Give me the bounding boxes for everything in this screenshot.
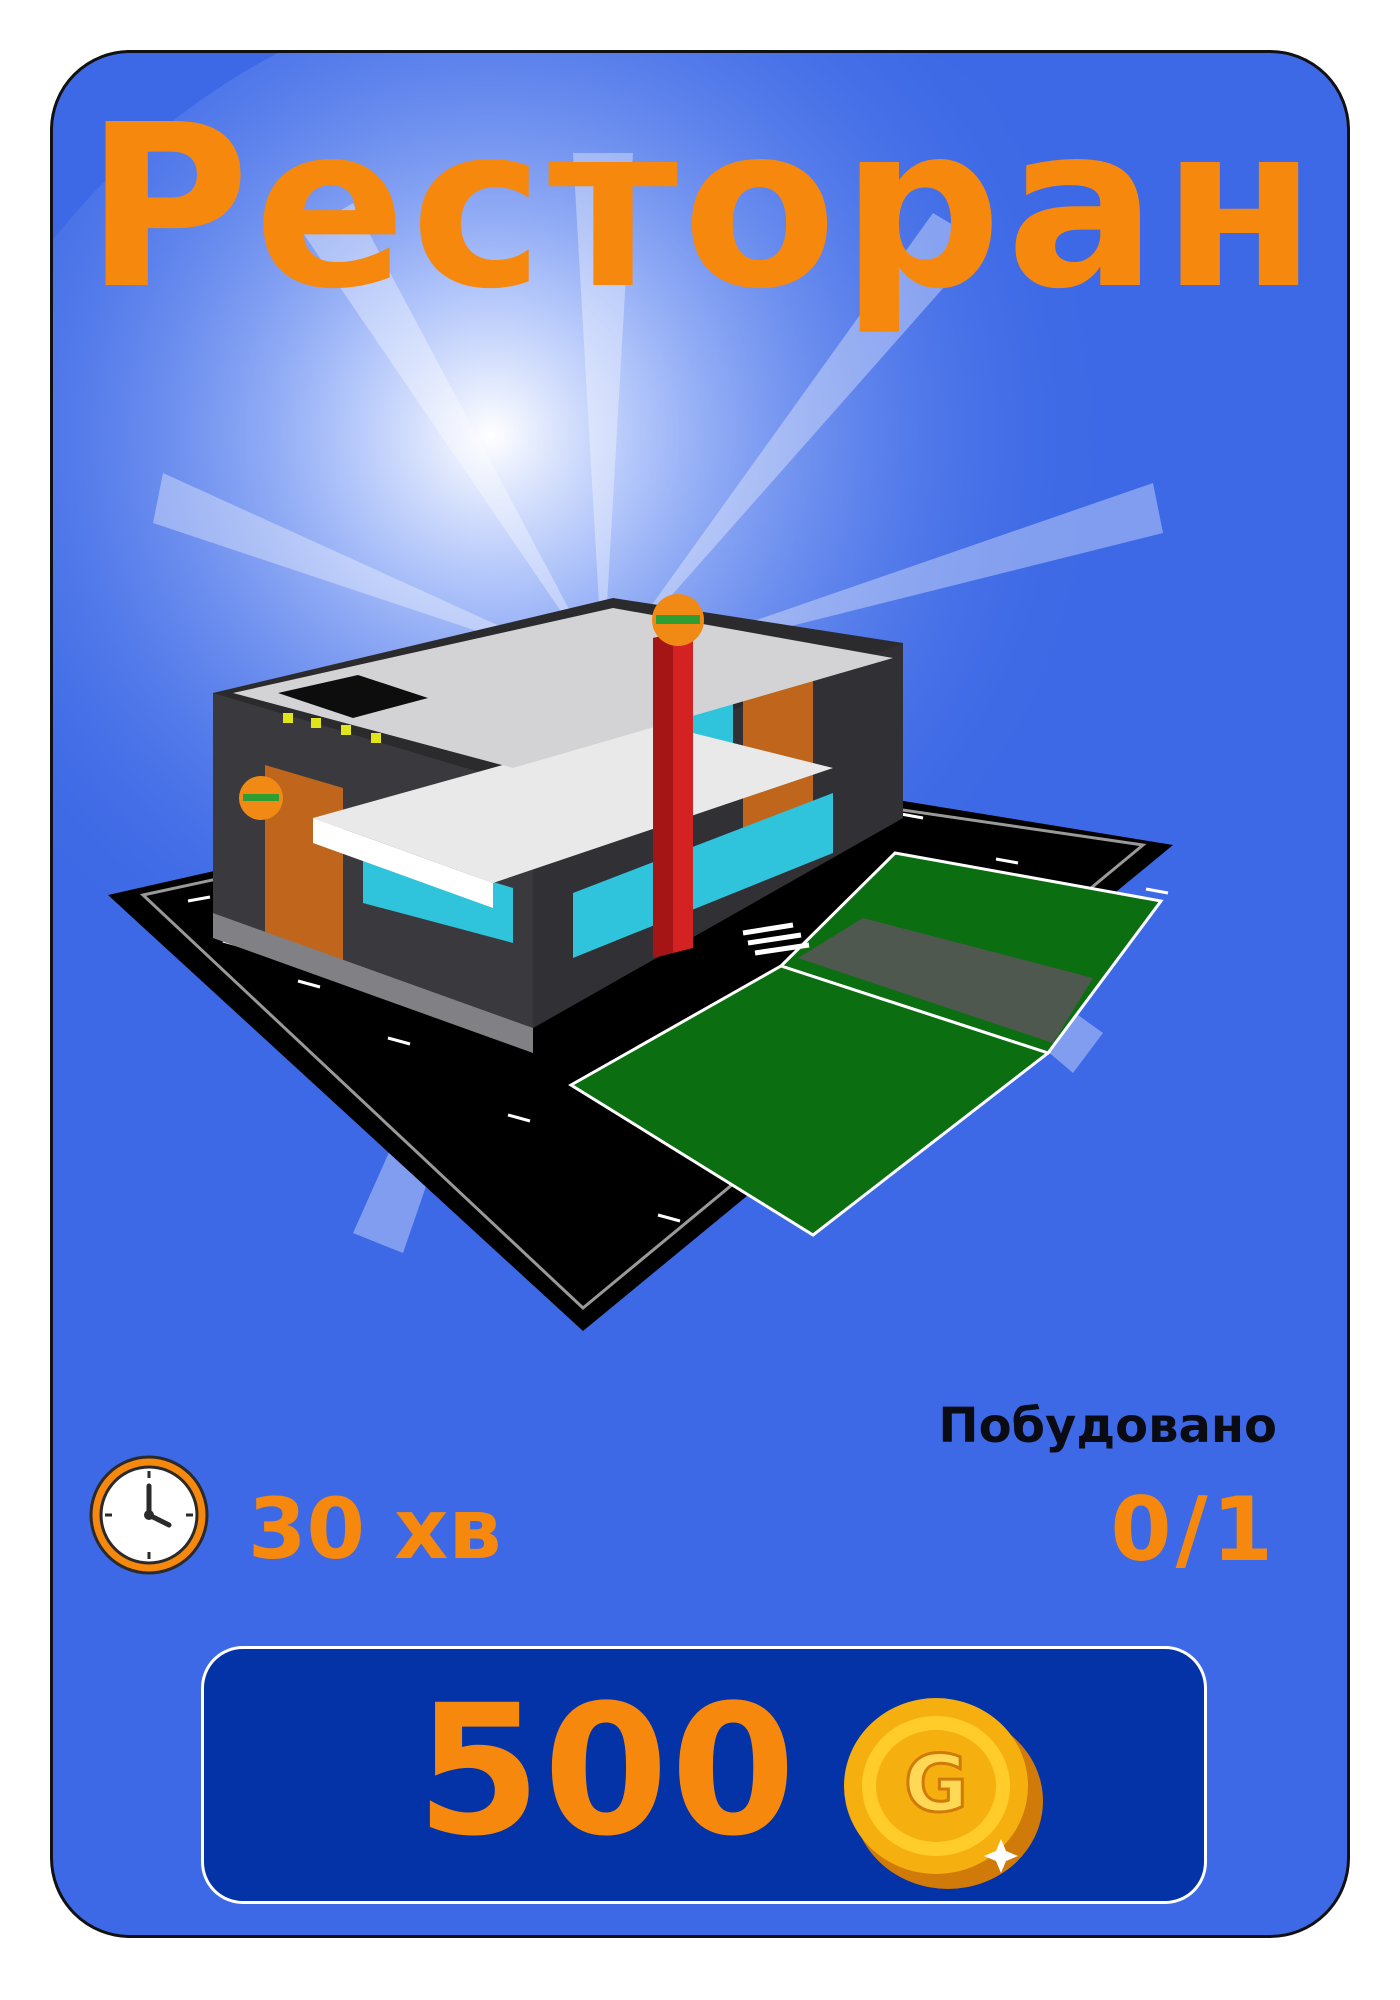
built-count: 0/1 xyxy=(1110,1478,1277,1581)
svg-text:G: G xyxy=(904,1740,968,1830)
building-card[interactable]: Ресторан 30 хв Побудовано 0/1 500 G xyxy=(50,50,1350,1938)
price-amount: 500 xyxy=(416,1667,798,1876)
build-time-value: 30 хв xyxy=(248,1480,502,1578)
gold-coin-icon: G xyxy=(844,1698,1043,1889)
clock-icon xyxy=(89,1455,209,1575)
built-label: Побудовано xyxy=(938,1398,1277,1454)
buy-price-button[interactable]: 500 G xyxy=(201,1646,1207,1904)
